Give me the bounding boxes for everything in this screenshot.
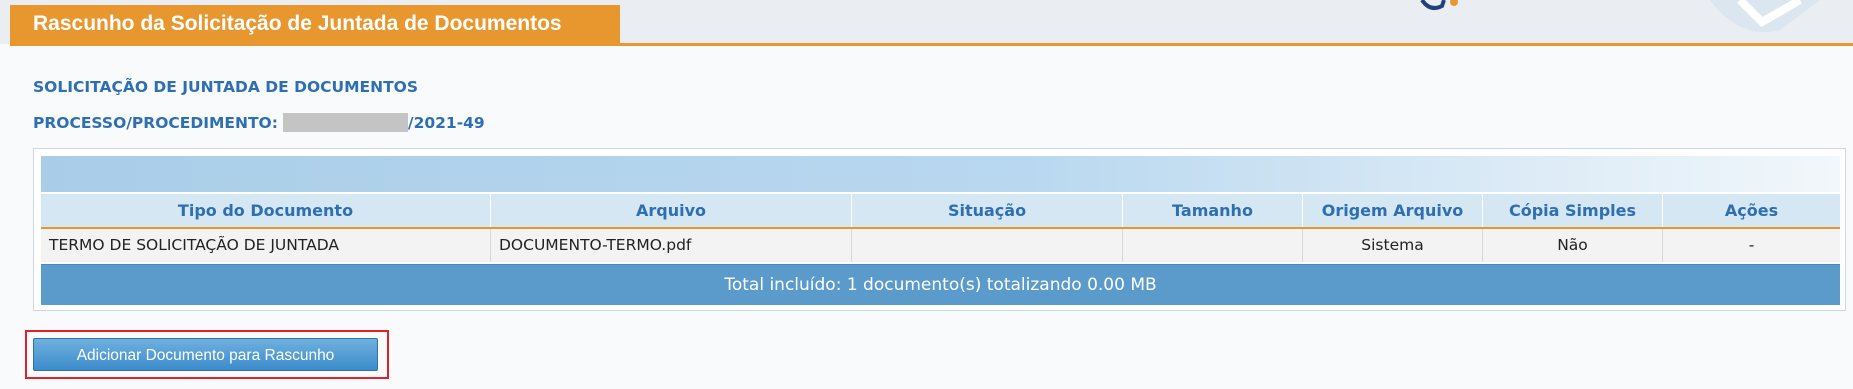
column-header-tamanho: Tamanho xyxy=(1123,194,1303,227)
process-suffix: /2021-49 xyxy=(407,113,485,132)
column-header-origem: Origem Arquivo xyxy=(1303,194,1483,227)
cell-arquivo[interactable]: DOCUMENTO-TERMO.pdf xyxy=(491,229,852,262)
column-header-copia: Cópia Simples xyxy=(1483,194,1663,227)
header-divider xyxy=(10,43,1853,46)
column-header-arquivo: Arquivo xyxy=(491,194,852,227)
logo-icon xyxy=(1420,0,1458,10)
cell-situacao xyxy=(852,229,1123,262)
section-title: SOLICITAÇÃO DE JUNTADA DE DOCUMENTOS xyxy=(33,78,418,96)
column-header-tipo: Tipo do Documento xyxy=(41,194,491,227)
table-row: TERMO DE SOLICITAÇÃO DE JUNTADA DOCUMENT… xyxy=(41,229,1840,262)
table-header: Tipo do Documento Arquivo Situação Taman… xyxy=(41,194,1840,229)
documents-table: Tipo do Documento Arquivo Situação Taman… xyxy=(33,148,1846,311)
cell-tamanho xyxy=(1123,229,1303,262)
table-footer-total: Total incluído: 1 documento(s) totalizan… xyxy=(41,264,1840,305)
table-banner xyxy=(41,156,1840,192)
add-document-button[interactable]: Adicionar Documento para Rascunho xyxy=(33,338,378,371)
check-badge-icon xyxy=(1710,0,1820,32)
page-header-title: Rascunho da Solicitação de Juntada de Do… xyxy=(10,5,620,43)
process-line: PROCESSO/PROCEDIMENTO: /2021-49 xyxy=(33,113,485,132)
cell-origem: Sistema xyxy=(1303,229,1483,262)
process-label: PROCESSO/PROCEDIMENTO: xyxy=(33,113,278,132)
column-header-situacao: Situação xyxy=(852,194,1123,227)
cell-acoes[interactable]: - xyxy=(1663,229,1840,262)
redacted-process-number xyxy=(282,113,408,132)
cell-copia: Não xyxy=(1483,229,1663,262)
cell-tipo: TERMO DE SOLICITAÇÃO DE JUNTADA xyxy=(41,229,491,262)
column-header-acoes: Ações xyxy=(1724,201,1779,220)
